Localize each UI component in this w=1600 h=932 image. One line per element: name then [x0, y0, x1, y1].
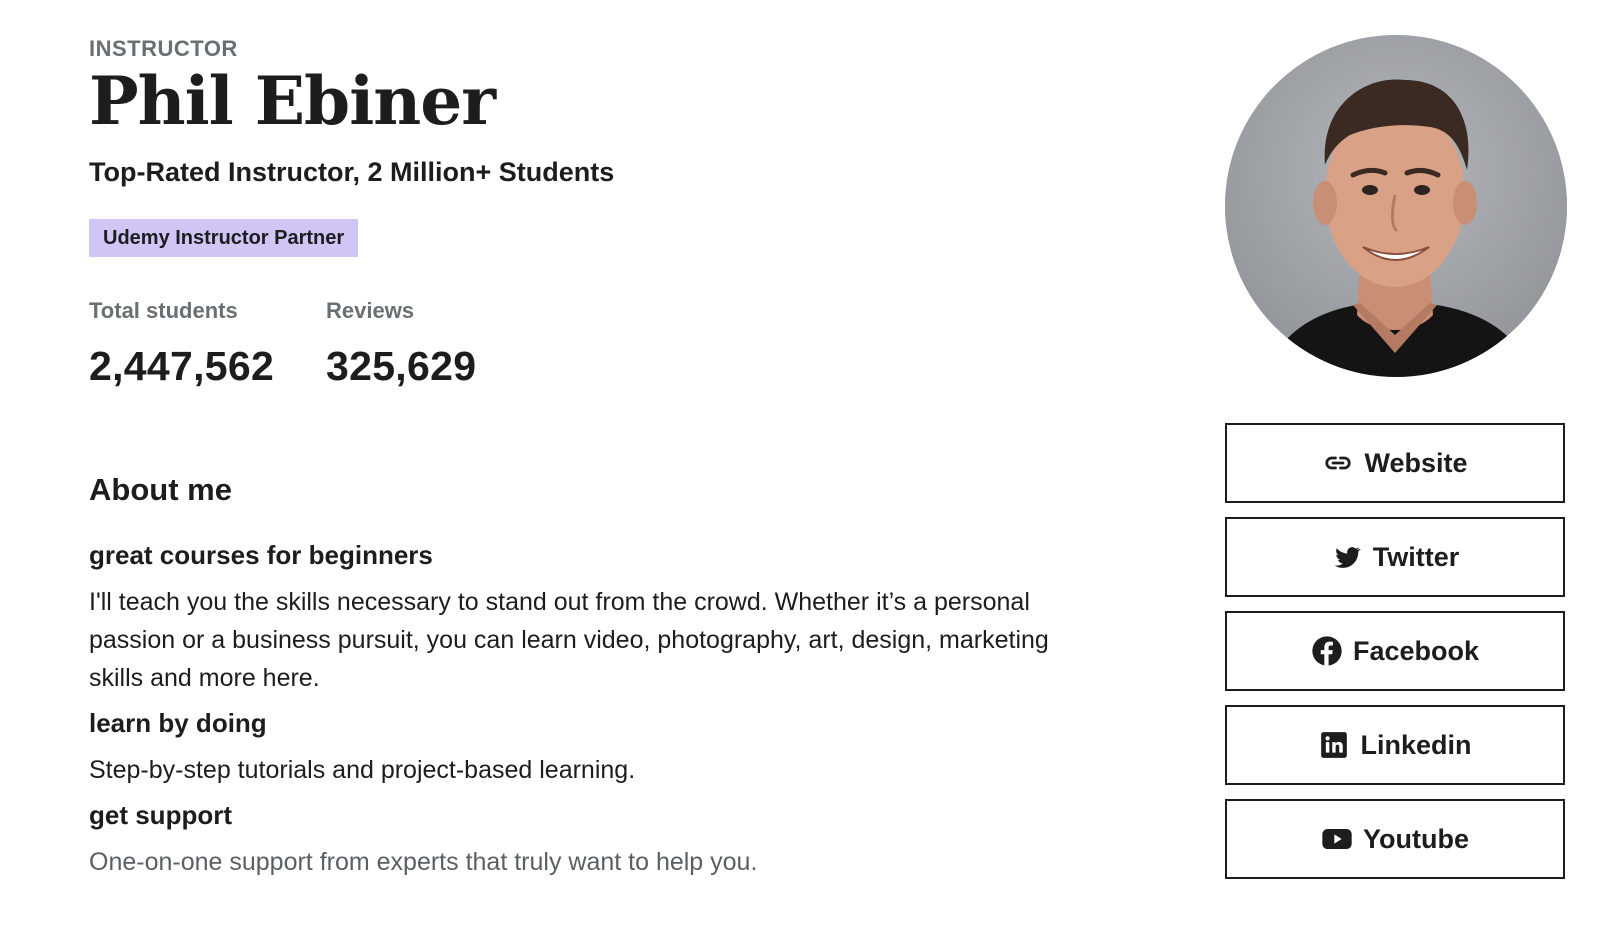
instructor-headline: Top-Rated Instructor, 2 Million+ Student…	[89, 157, 615, 187]
reviews-label: Reviews	[326, 298, 415, 323]
instructor-avatar	[1225, 35, 1567, 377]
instructor-eyebrow: INSTRUCTOR	[89, 36, 238, 61]
about-section-heading: great courses for beginners	[89, 540, 433, 570]
linkedin-button[interactable]: Linkedin	[1225, 705, 1565, 785]
twitter-icon	[1331, 541, 1363, 573]
link-icon	[1322, 447, 1354, 479]
website-button-label: Website	[1364, 447, 1468, 478]
about-me-content: great courses for beginners I'll teach y…	[89, 540, 1079, 892]
about-section-text: Step-by-step tutorials and project-based…	[89, 756, 636, 784]
youtube-button[interactable]: Youtube	[1225, 799, 1565, 879]
youtube-icon	[1321, 823, 1353, 855]
about-section-heading: get support	[89, 800, 232, 830]
total-students-label: Total students	[89, 298, 238, 323]
website-button[interactable]: Website	[1225, 423, 1565, 503]
twitter-button-label: Twitter	[1372, 541, 1460, 572]
instructor-partner-badge: Udemy Instructor Partner	[89, 219, 359, 257]
reviews-value: 325,629	[326, 343, 477, 389]
about-section-text: One-on-one support from experts that tru…	[89, 848, 758, 876]
reviews-stat: Reviews 325,629	[326, 298, 476, 390]
total-students-value: 2,447,562	[89, 343, 275, 389]
youtube-button-label: Youtube	[1363, 823, 1469, 854]
facebook-icon	[1311, 635, 1343, 667]
about-section-heading: learn by doing	[89, 708, 267, 738]
about-me-heading: About me	[89, 472, 232, 507]
total-students-stat: Total students 2,447,562	[89, 298, 274, 390]
instructor-name: Phil Ebiner	[89, 62, 496, 140]
avatar-portrait-illustration	[1225, 35, 1567, 377]
linkedin-icon	[1318, 729, 1350, 761]
instructor-profile-page: INSTRUCTOR Phil Ebiner Top-Rated Instruc…	[0, 0, 1600, 932]
facebook-button[interactable]: Facebook	[1225, 611, 1565, 691]
facebook-button-label: Facebook	[1352, 635, 1480, 666]
linkedin-button-label: Linkedin	[1360, 729, 1472, 760]
about-section-text: I'll teach you the skills necessary to s…	[89, 588, 1049, 692]
twitter-button[interactable]: Twitter	[1225, 517, 1565, 597]
